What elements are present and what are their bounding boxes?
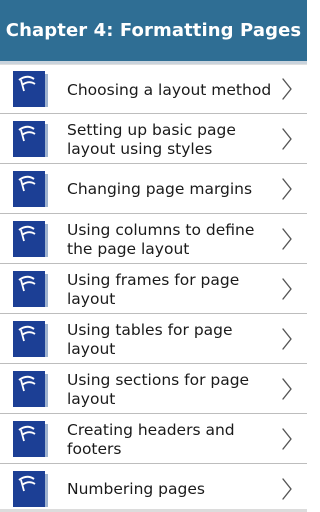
chevron-right-icon [282, 377, 292, 400]
chevron-right-icon [282, 127, 292, 150]
app-window: Chapter 4: Formatting Pages Choosing a l… [0, 0, 307, 512]
title-bar: Chapter 4: Formatting Pages [0, 0, 307, 64]
list-item-label: Using sections for page layout [67, 370, 250, 408]
chevron-right-icon [282, 327, 292, 350]
document-icon [12, 369, 50, 408]
list-item-1[interactable]: Choosing a layout method [0, 64, 307, 114]
list-item-5[interactable]: Using frames for page layout [0, 264, 307, 314]
list-item-label: Choosing a layout method [67, 80, 272, 99]
document-icon [12, 219, 50, 258]
document-icon [12, 70, 50, 108]
page-title: Chapter 4: Formatting Pages [5, 20, 302, 41]
chevron-right-icon [282, 477, 292, 500]
list-item-label: Using tables for page layout [67, 320, 233, 358]
list-item-label: Using columns to define the page layout [67, 220, 255, 258]
list-item-9[interactable]: Numbering pages [0, 464, 307, 512]
list-item-4[interactable]: Using columns to define the page layout [0, 214, 307, 264]
list-item-7[interactable]: Using sections for page layout [0, 364, 307, 414]
chevron-right-icon [282, 78, 292, 100]
document-icon [12, 419, 50, 458]
document-icon [12, 269, 50, 308]
document-icon [12, 469, 50, 508]
list-item-label: Creating headers and footers [67, 420, 235, 458]
list-item-8[interactable]: Creating headers and footers [0, 414, 307, 464]
chevron-right-icon [282, 277, 292, 300]
list-item-6[interactable]: Using tables for page layout [0, 314, 307, 364]
list-item-label: Using frames for page layout [67, 270, 240, 308]
chevron-right-icon [282, 227, 292, 250]
list-item-3[interactable]: Changing page margins [0, 164, 307, 214]
list-item-2[interactable]: Setting up basic page layout using style… [0, 114, 307, 164]
list-item-label: Setting up basic page layout using style… [67, 120, 236, 158]
list-item-label: Changing page margins [67, 180, 253, 198]
document-icon [12, 169, 50, 208]
document-icon [12, 319, 50, 358]
chevron-right-icon [282, 427, 292, 450]
chevron-right-icon [282, 177, 292, 200]
chapter-topic-list: Choosing a layout method Setting up basi… [0, 64, 307, 512]
list-item-label: Numbering pages [67, 480, 205, 498]
document-icon [12, 119, 50, 158]
